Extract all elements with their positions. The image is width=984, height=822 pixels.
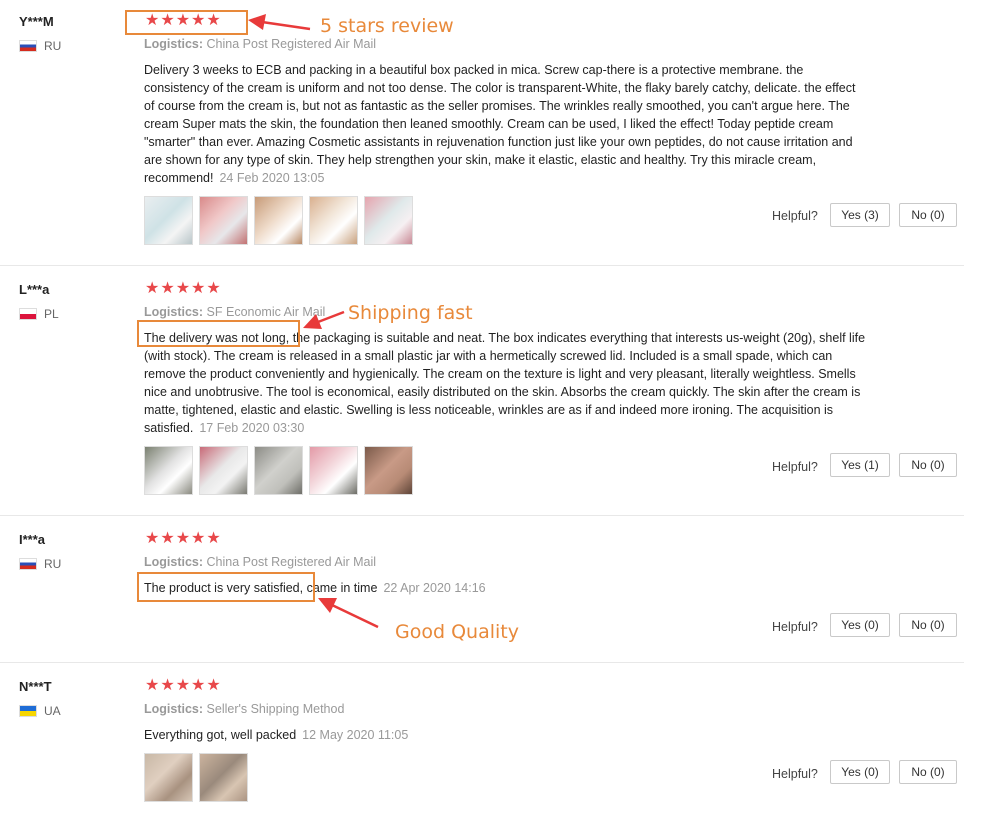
helpful-yes-button[interactable]: Yes (0)	[830, 760, 890, 784]
reviewer-name: Y***M	[19, 14, 54, 29]
country-code: PL	[44, 307, 59, 321]
reviewer-name: N***T	[19, 679, 52, 694]
review-photo-thumbnail[interactable]	[144, 753, 193, 802]
reviewer-country: RU	[19, 39, 61, 53]
russia-flag-icon	[19, 558, 37, 570]
logistics-method: SF Economic Air Mail	[206, 305, 326, 319]
review-divider	[0, 662, 964, 663]
arrow-line	[261, 20, 311, 31]
review-text: Everything got, well packed 12 May 2020 1…	[144, 726, 869, 744]
star-rating: ★★★★★	[145, 677, 222, 694]
helpful-label: Helpful?	[772, 767, 818, 781]
reviewer-name: I***a	[19, 532, 46, 547]
logistics-line: Logistics: China Post Registered Air Mai…	[144, 37, 376, 51]
review-photo-thumbnail[interactable]	[364, 196, 413, 245]
helpful-yes-button[interactable]: Yes (0)	[830, 613, 890, 637]
review-photos	[144, 446, 413, 495]
ukraine-flag-icon	[19, 705, 37, 717]
arrow-head	[318, 598, 337, 613]
review-photo-thumbnail[interactable]	[144, 446, 193, 495]
helpful-label: Helpful?	[772, 209, 818, 223]
review-photo-thumbnail[interactable]	[199, 196, 248, 245]
review-photo-thumbnail[interactable]	[199, 446, 248, 495]
logistics-line: Logistics: SF Economic Air Mail	[144, 305, 325, 319]
review-date: 22 Apr 2020 14:16	[383, 581, 486, 595]
country-code: RU	[44, 557, 62, 571]
logistics-line: Logistics: China Post Registered Air Mai…	[144, 555, 376, 569]
shipping-fast-annotation: Shipping fast	[348, 302, 473, 324]
review-photo-thumbnail[interactable]	[254, 196, 303, 245]
review-date: 12 May 2020 11:05	[302, 728, 409, 742]
arrow-head	[248, 14, 266, 30]
reviewer-country: RU	[19, 557, 61, 571]
logistics-label: Logistics:	[144, 305, 204, 319]
logistics-method: Seller's Shipping Method	[206, 702, 345, 716]
five-stars-annotation: 5 stars review	[320, 15, 454, 37]
reviewer-country: UA	[19, 704, 61, 718]
reviewer-country: PL	[19, 307, 59, 321]
helpful-no-button[interactable]: No (0)	[899, 453, 957, 477]
review-photos	[144, 753, 248, 802]
logistics-label: Logistics:	[144, 702, 204, 716]
good-quality-highlight-box	[137, 572, 315, 602]
country-code: UA	[44, 704, 61, 718]
review-photo-thumbnail[interactable]	[309, 196, 358, 245]
review-body: Delivery 3 weeks to ECB and packing in a…	[144, 63, 856, 185]
review-divider	[0, 265, 964, 266]
review-photo-thumbnail[interactable]	[199, 753, 248, 802]
logistics-method: China Post Registered Air Mail	[206, 37, 377, 51]
logistics-line: Logistics: Seller's Shipping Method	[144, 702, 344, 716]
logistics-label: Logistics:	[144, 555, 204, 569]
country-code: RU	[44, 39, 62, 53]
review-photo-thumbnail[interactable]	[309, 446, 358, 495]
shipping-fast-highlight-box	[137, 320, 300, 347]
logistics-method: China Post Registered Air Mail	[206, 555, 377, 569]
star-rating: ★★★★★	[145, 280, 222, 297]
helpful-no-button[interactable]: No (0)	[899, 760, 957, 784]
review-photo-thumbnail[interactable]	[144, 196, 193, 245]
poland-flag-icon	[19, 308, 37, 320]
review-photo-thumbnail[interactable]	[364, 446, 413, 495]
review-date: 24 Feb 2020 13:05	[219, 171, 325, 185]
helpful-no-button[interactable]: No (0)	[899, 203, 957, 227]
good-quality-annotation: Good Quality	[395, 621, 519, 643]
russia-flag-icon	[19, 40, 37, 52]
helpful-no-button[interactable]: No (0)	[899, 613, 957, 637]
five-stars-highlight-box	[125, 10, 248, 35]
review-divider	[0, 515, 964, 516]
review-text: Delivery 3 weeks to ECB and packing in a…	[144, 61, 869, 187]
review-body: Everything got, well packed	[144, 728, 297, 742]
review-photo-thumbnail[interactable]	[254, 446, 303, 495]
logistics-label: Logistics:	[144, 37, 204, 51]
star-rating: ★★★★★	[145, 530, 222, 547]
review-photos	[144, 196, 413, 245]
helpful-yes-button[interactable]: Yes (1)	[830, 453, 890, 477]
helpful-yes-button[interactable]: Yes (3)	[830, 203, 890, 227]
helpful-label: Helpful?	[772, 460, 818, 474]
helpful-label: Helpful?	[772, 620, 818, 634]
arrow-line	[331, 603, 379, 629]
review-date: 17 Feb 2020 03:30	[199, 421, 305, 435]
reviewer-name: L***a	[19, 282, 50, 297]
